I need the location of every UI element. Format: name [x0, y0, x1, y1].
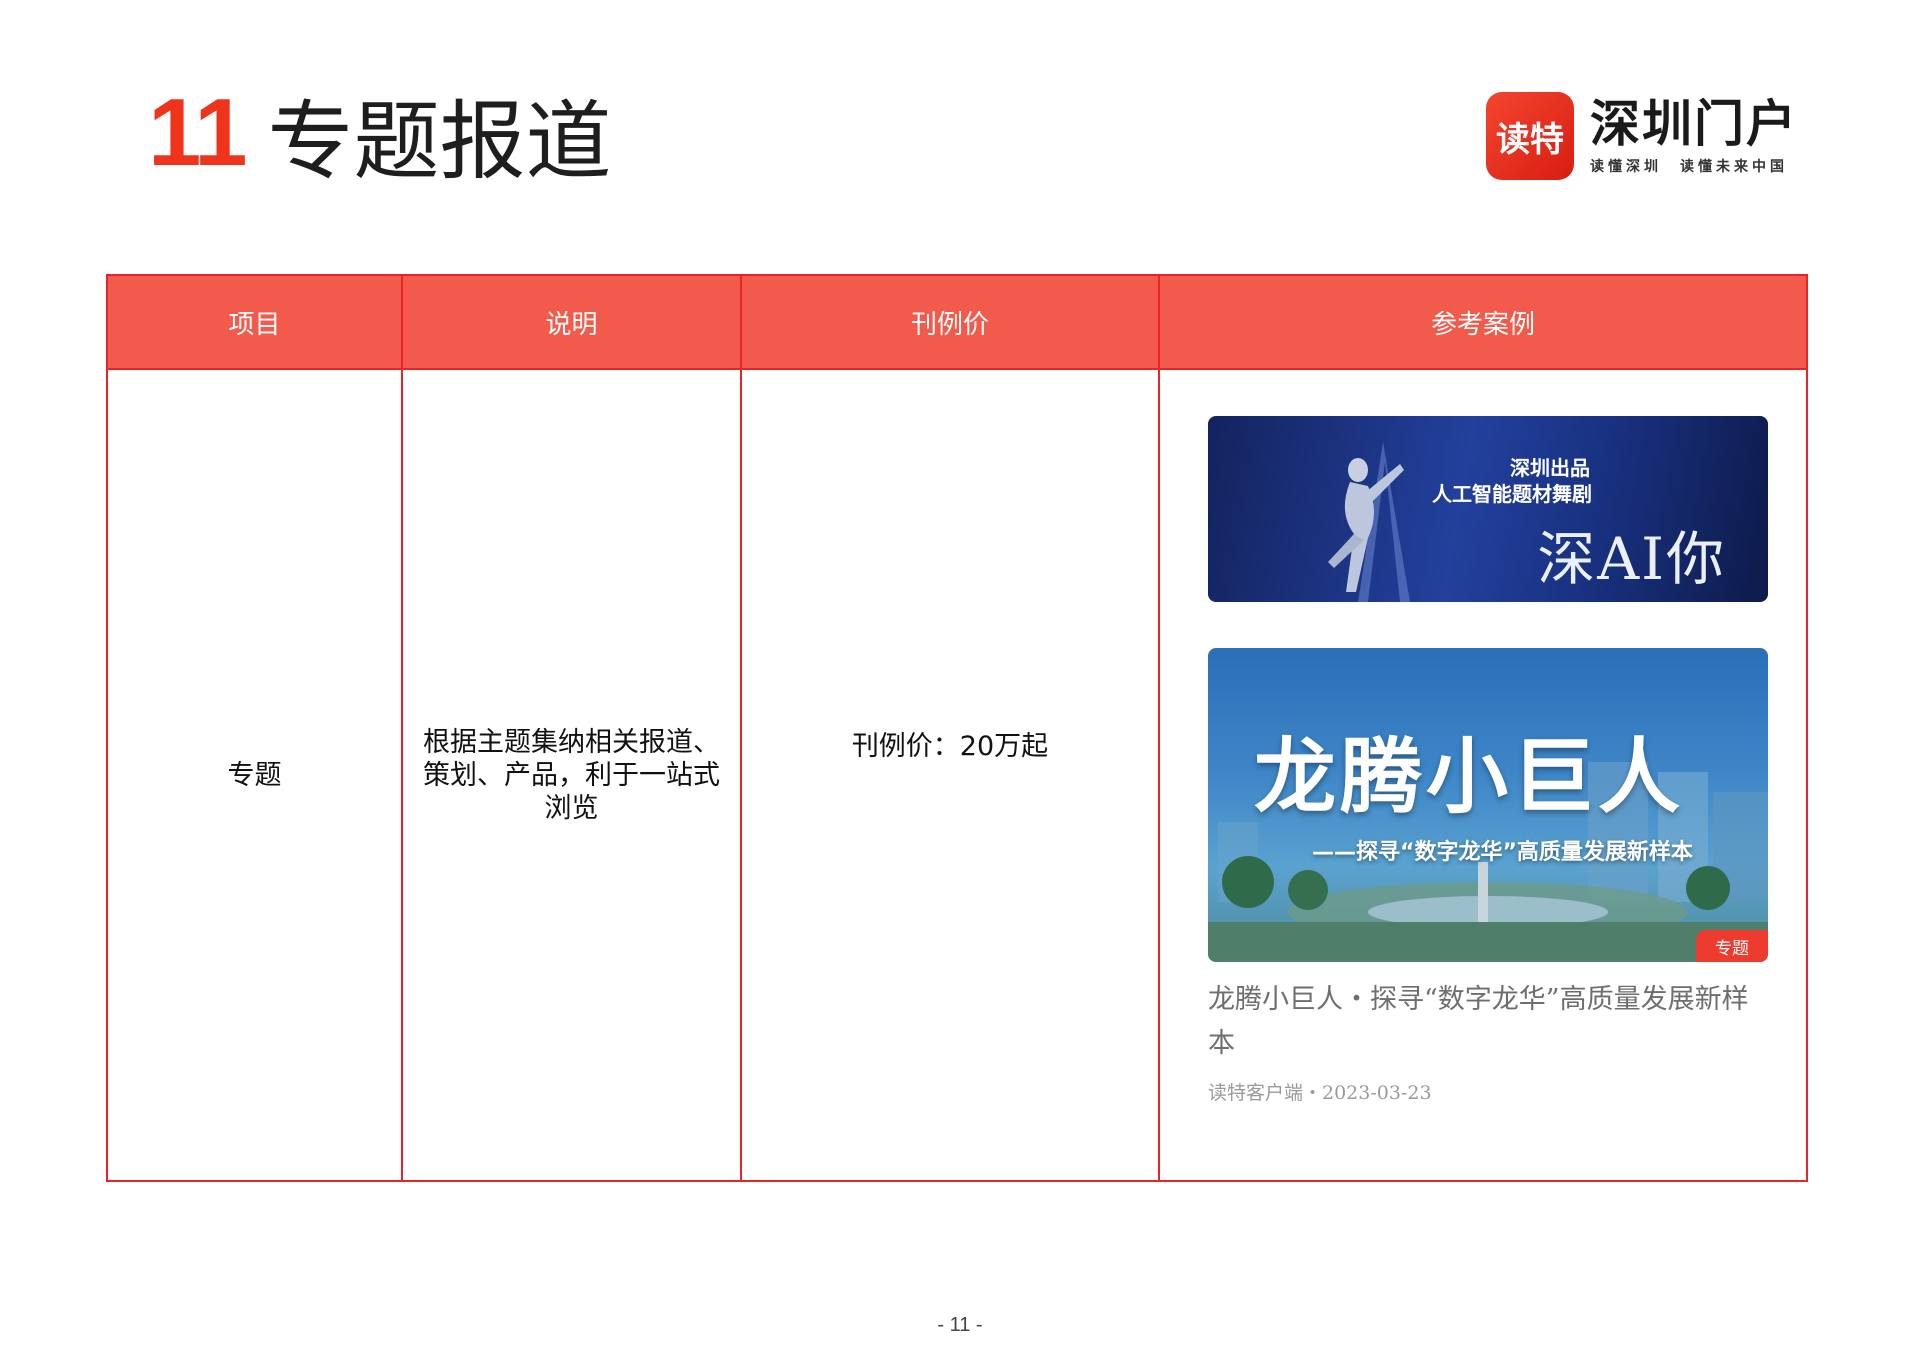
case-banner-ai-dance[interactable]: 深圳出品 人工智能题材舞剧 深AI你	[1208, 416, 1768, 602]
logo-slogan-right: 读懂未来中国	[1680, 159, 1788, 175]
case-banner-longteng[interactable]: 龙腾小巨人 ——探寻“数字龙华”高质量发展新样本 专题	[1208, 648, 1768, 962]
logo-slogan-left: 读懂深圳	[1590, 159, 1662, 175]
dancer-figure-icon	[1328, 442, 1410, 602]
case-column: 深圳出品 人工智能题材舞剧 深AI你 龙腾小巨人 ——探寻“数字龙华”高质量发展…	[1160, 370, 1768, 1180]
banner1-title: 深AI你	[1537, 525, 1726, 593]
logo-slogan: 读懂深圳 读懂未来中国	[1590, 156, 1798, 176]
logo-badge: 读特	[1486, 92, 1574, 180]
banner1-line1: 深圳出品	[1510, 456, 1590, 480]
header-price: 刊例价	[910, 309, 989, 340]
header-case: 参考案例	[1430, 309, 1535, 340]
cell-item: 专题	[227, 759, 282, 791]
section-number: 11	[148, 79, 247, 186]
pricing-table: 项目 说明 刊例价 参考案例 专题 根据主题集纳相关报道、策划、产品，利于一站式…	[106, 274, 1808, 1182]
banner2-subtitle: ——探寻“数字龙华”高质量发展新样本	[1312, 840, 1693, 865]
topic-tag-badge: 专题	[1696, 930, 1768, 962]
table-header-row: 项目 说明 刊例价 参考案例	[108, 276, 1806, 370]
logo-main-text: 深圳门户	[1590, 95, 1798, 153]
section-title: 专题报道	[267, 91, 612, 192]
header-description: 说明	[545, 309, 598, 340]
page-title: 11 专题报道	[148, 78, 611, 192]
brand-logo: 读特 深圳门户 读懂深圳 读懂未来中国	[1486, 92, 1798, 180]
cell-price: 刊例价：20万起	[851, 731, 1049, 762]
header-item: 项目	[228, 309, 281, 340]
case-article-meta: 读特客户端・2023-03-23	[1208, 1082, 1432, 1104]
page-number: - 11 -	[937, 1314, 983, 1336]
banner1-line2: 人工智能题材舞剧	[1432, 482, 1592, 506]
cell-description: 根据主题集纳相关报道、策划、产品，利于一站式浏览	[423, 726, 720, 824]
logo-text: 深圳门户 读懂深圳 读懂未来中国	[1590, 96, 1798, 176]
banner2-title: 龙腾小巨人	[1254, 730, 1685, 825]
case-article-title[interactable]: 龙腾小巨人・探寻“数字龙华”高质量发展新样本	[1208, 978, 1768, 1066]
